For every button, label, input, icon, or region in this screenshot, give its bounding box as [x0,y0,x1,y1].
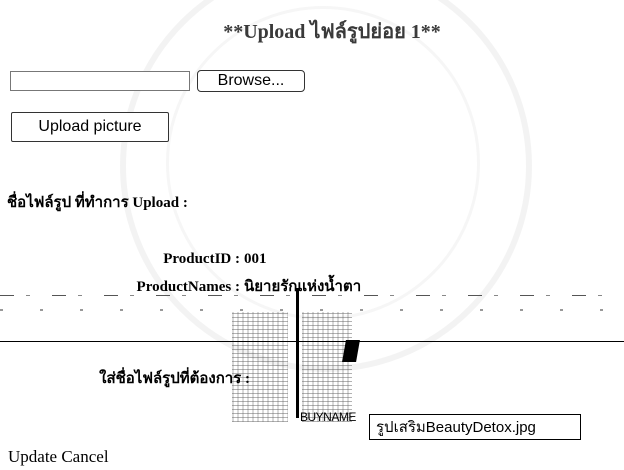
update-link[interactable]: Update [8,447,57,466]
product-id-label: ProductID : [163,251,240,267]
product-id-value: 001 [244,251,267,267]
scan-artifact-line [0,291,624,305]
page-title: **Upload ไฟล์รูปย่อย 1** [223,21,441,43]
thumbnail-dark-mark [342,340,360,362]
uploaded-file-heading: ชื่อไฟล์รูป ที่ทำการ Upload : [7,195,188,211]
action-links: Update Cancel [8,447,109,467]
thumbnail-caption: BUYNAME [300,410,356,424]
file-path-input[interactable] [10,71,190,91]
scan-artifact-dots [0,309,624,311]
cancel-link[interactable]: Cancel [61,447,108,466]
desired-filename-label: ใส่ชื่อไฟล์รูปที่ต้องการ : [99,371,250,387]
product-id-row: ProductID :001 [0,251,400,268]
image-separator-bar [296,288,299,418]
product-thumbnail-left [232,312,288,422]
upload-picture-button[interactable]: Upload picture [11,112,169,142]
product-thumbnail-right [302,312,352,422]
desired-filename-input[interactable] [369,414,581,440]
browse-button[interactable]: Browse... [197,70,305,92]
